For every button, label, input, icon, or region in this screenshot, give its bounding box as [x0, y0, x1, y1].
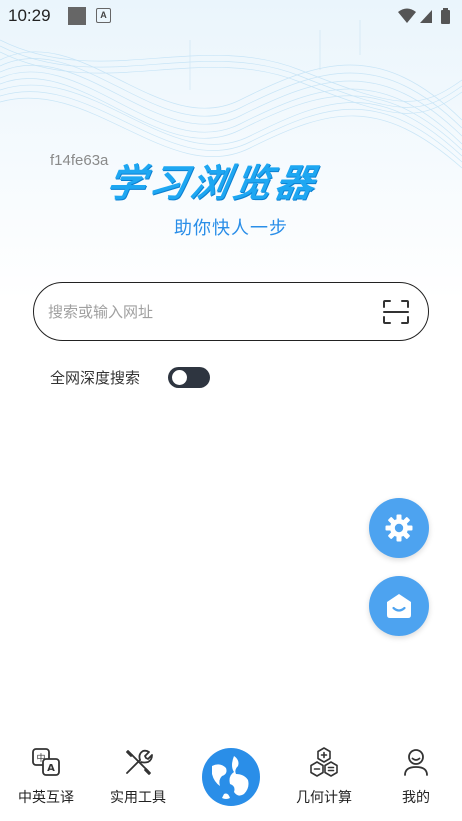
nav-tools-label: 实用工具: [110, 790, 166, 806]
nav-geometry[interactable]: 几何计算: [278, 740, 370, 821]
scan-button[interactable]: [382, 299, 410, 325]
home-smile-icon: [387, 594, 411, 618]
bottom-nav: 中 A 中英互译 实用工具 几何计算 我的: [0, 740, 462, 821]
nav-geometry-label: 几何计算: [296, 790, 352, 806]
profile-icon: [404, 749, 428, 776]
app-tagline: 助你快人一步: [174, 218, 288, 239]
nav-mine[interactable]: 我的: [370, 740, 462, 821]
nav-mine-label: 我的: [402, 790, 430, 806]
translate-icon: 中 A: [32, 748, 60, 776]
settings-fab[interactable]: [369, 498, 429, 558]
deep-search-toggle[interactable]: [168, 367, 210, 388]
globe-icon: [202, 748, 260, 806]
notification-square-icon: [68, 7, 86, 25]
home-fab[interactable]: [369, 576, 429, 636]
app-title-logo: 学习浏览器: [103, 161, 322, 205]
nav-translate-label: 中英互译: [18, 790, 74, 806]
nav-translate[interactable]: 中 A 中英互译: [0, 740, 92, 821]
nav-browser-home[interactable]: [200, 746, 262, 808]
tools-icon: [126, 749, 153, 775]
status-bar: 10:29 A: [0, 0, 462, 34]
signal-icon: [420, 10, 432, 23]
toggle-knob: [172, 370, 187, 385]
scan-icon: [383, 300, 409, 324]
svg-text:A: A: [47, 763, 55, 774]
search-bar[interactable]: [33, 282, 429, 341]
notification-app-icon: A: [96, 8, 111, 23]
hash-text: f14fe63a: [50, 152, 109, 169]
status-time: 10:29: [8, 6, 51, 25]
deep-search-label: 全网深度搜索: [50, 369, 141, 387]
battery-icon: [441, 8, 450, 24]
geometry-icon: [310, 747, 338, 777]
search-input[interactable]: [48, 299, 368, 325]
nav-tools[interactable]: 实用工具: [92, 740, 184, 821]
hero-wave-background: [0, 0, 462, 300]
status-indicators: [396, 6, 454, 30]
gear-icon: [385, 514, 413, 542]
wifi-icon: [398, 8, 416, 23]
